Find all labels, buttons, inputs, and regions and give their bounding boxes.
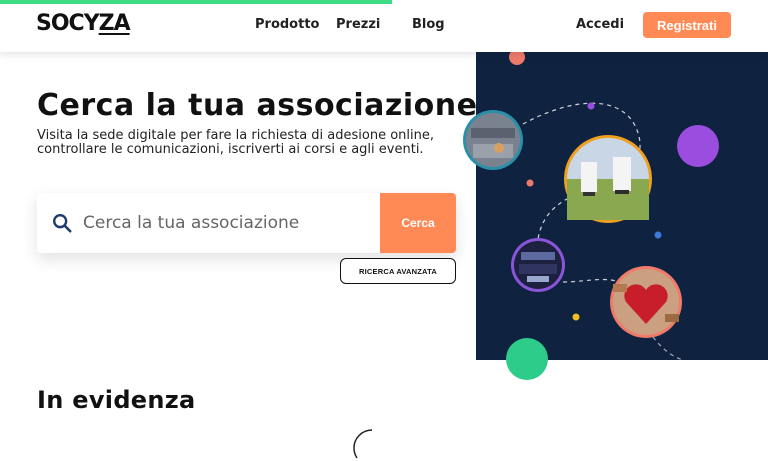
photo-circle-karate	[564, 135, 652, 223]
hero-title: Cerca la tua associazione	[37, 88, 478, 123]
nav-link-blog[interactable]: Blog	[412, 17, 445, 32]
decor-circle-purple	[677, 125, 719, 167]
login-link[interactable]: Accedi	[576, 17, 624, 32]
decor-dot-purple-small	[587, 102, 595, 110]
loading-spinner-icon	[353, 429, 373, 459]
photo-circle-gaming	[511, 238, 565, 292]
search-box: Cerca	[37, 193, 456, 253]
nav-link-prezzi[interactable]: Prezzi	[336, 17, 380, 32]
decor-dot-blue	[654, 231, 662, 239]
search-icon	[53, 214, 72, 233]
nav-link-prodotto[interactable]: Prodotto	[255, 17, 319, 32]
photo-circle-heart	[610, 266, 682, 338]
socyza-logo[interactable]: SOCYZA	[36, 11, 131, 36]
search-button[interactable]: Cerca	[380, 193, 456, 253]
hero-illustration-graphics	[463, 49, 719, 380]
decor-circle-green	[506, 338, 548, 380]
advanced-search-button[interactable]: RICERCA AVANZATA	[340, 258, 456, 284]
decor-dot-salmon-small	[526, 179, 534, 187]
page-progress-bar	[0, 0, 392, 4]
featured-section-title: In evidenza	[37, 386, 196, 414]
photo-circle-crowd	[463, 110, 523, 170]
register-button[interactable]: Registrati	[643, 12, 731, 38]
top-navbar: SOCYZA Prodotto Prezzi Blog Accedi Regis…	[0, 0, 768, 52]
decor-dot-yellow	[572, 313, 580, 321]
hero-subtitle: Visita la sede digitale per fare la rich…	[37, 128, 434, 157]
search-input[interactable]	[83, 205, 373, 241]
